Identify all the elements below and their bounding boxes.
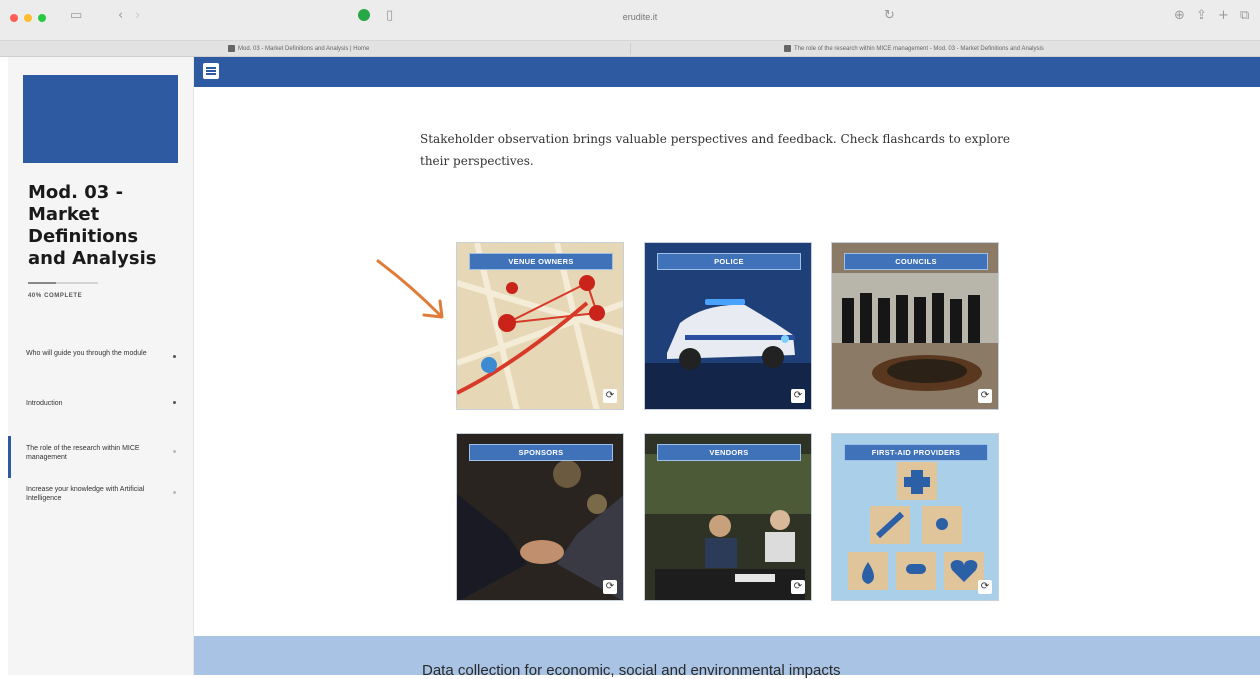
flashcard-label: POLICE: [657, 253, 801, 270]
reload-icon[interactable]: ↻: [884, 8, 895, 23]
next-section-band: Data collection for economic, social and…: [194, 636, 1260, 679]
shield-icon[interactable]: [358, 9, 370, 21]
zoom-window-button[interactable]: [38, 14, 46, 22]
annotation-arrow-icon: [376, 259, 444, 319]
flashcard-sponsors[interactable]: SPONSORS ⟳: [456, 433, 624, 601]
forward-arrow-icon[interactable]: ›: [135, 8, 140, 23]
tab-bar: Mod. 03 - Market Definitions and Analysi…: [0, 40, 1260, 57]
back-arrow-icon[interactable]: ‹: [118, 8, 123, 23]
flashcard-label: FIRST-AID PROVIDERS: [844, 444, 988, 461]
lesson-header: [194, 57, 1260, 87]
flashcard-police[interactable]: POLICE ⟳: [644, 242, 812, 410]
flashcard-councils[interactable]: COUNCILS ⟳: [831, 242, 999, 410]
tabs-overview-icon[interactable]: ⧉: [1240, 8, 1249, 23]
flip-icon[interactable]: ⟳: [978, 580, 992, 594]
menu-button[interactable]: [203, 63, 219, 79]
flashcard-vendors[interactable]: VENDORS ⟳: [644, 433, 812, 601]
course-title: Mod. 03 - Market Definitions and Analysi…: [28, 182, 157, 269]
course-sidebar: Mod. 03 - Market Definitions and Analysi…: [8, 57, 194, 675]
flashcard-label: COUNCILS: [844, 253, 988, 270]
status-dot-icon: [173, 491, 176, 494]
plus-icon[interactable]: +: [1218, 8, 1229, 23]
reader-icon[interactable]: ▯: [386, 8, 393, 23]
favicon-icon: [228, 45, 235, 52]
sidebar-icon[interactable]: ▭: [70, 8, 82, 23]
flip-icon[interactable]: ⟳: [603, 389, 617, 403]
flashcard-label: VENUE OWNERS: [469, 253, 613, 270]
browser-toolbar: ▭ ‹ › ▯ erudite.it ↻ ⊕ ⇪ + ⧉: [0, 0, 1260, 40]
sidebar-item-ai-knowledge[interactable]: Increase your knowledge with Artificial …: [8, 485, 194, 503]
favicon-icon: [784, 45, 791, 52]
status-dot-icon: [173, 355, 176, 358]
progress-bar: [28, 282, 98, 284]
tab-title: Mod. 03 - Market Definitions and Analysi…: [238, 46, 370, 52]
address-bar[interactable]: erudite.it: [600, 12, 680, 22]
hamburger-icon: [206, 67, 216, 69]
flip-icon[interactable]: ⟳: [791, 389, 805, 403]
flashcard-venue-owners[interactable]: VENUE OWNERS ⟳: [456, 242, 624, 410]
flashcard-label: VENDORS: [657, 444, 801, 461]
flashcard-first-aid-providers[interactable]: FIRST-AID PROVIDERS ⟳: [831, 433, 999, 601]
progress-fill: [28, 282, 56, 284]
tab-current[interactable]: The role of the research within MICE man…: [784, 41, 1224, 57]
tab-title: The role of the research within MICE man…: [794, 46, 1044, 52]
sidebar-item-introduction[interactable]: Introduction: [8, 399, 194, 408]
sidebar-item-guide[interactable]: Who will guide you through the module: [8, 349, 194, 358]
sidebar-item-label: The role of the research within MICE man…: [26, 445, 140, 461]
share-icon[interactable]: ⇪: [1196, 8, 1207, 23]
tab-separator: [630, 43, 631, 55]
flip-icon[interactable]: ⟳: [603, 580, 617, 594]
flashcard-label: SPONSORS: [469, 444, 613, 461]
sidebar-item-label: Introduction: [26, 400, 63, 407]
intro-text: Stakeholder observation brings valuable …: [420, 132, 1010, 168]
download-icon[interactable]: ⊕: [1174, 8, 1185, 23]
sidebar-item-label: Increase your knowledge with Artificial …: [26, 486, 145, 502]
flip-icon[interactable]: ⟳: [791, 580, 805, 594]
progress-label: 40% COMPLETE: [28, 293, 83, 299]
status-dot-icon: [173, 401, 176, 404]
hamburger-icon: [206, 70, 216, 72]
close-window-button[interactable]: [10, 14, 18, 22]
sidebar-item-label: Who will guide you through the module: [26, 350, 147, 357]
sidebar-item-role-of-research[interactable]: The role of the research within MICE man…: [8, 436, 194, 478]
course-logo: [23, 75, 178, 163]
next-section-title: Data collection for economic, social and…: [422, 662, 841, 679]
hamburger-icon: [206, 73, 216, 75]
flip-icon[interactable]: ⟳: [978, 389, 992, 403]
status-dot-icon: [173, 450, 176, 453]
minimize-window-button[interactable]: [24, 14, 32, 22]
tab-home[interactable]: Mod. 03 - Market Definitions and Analysi…: [228, 41, 608, 57]
